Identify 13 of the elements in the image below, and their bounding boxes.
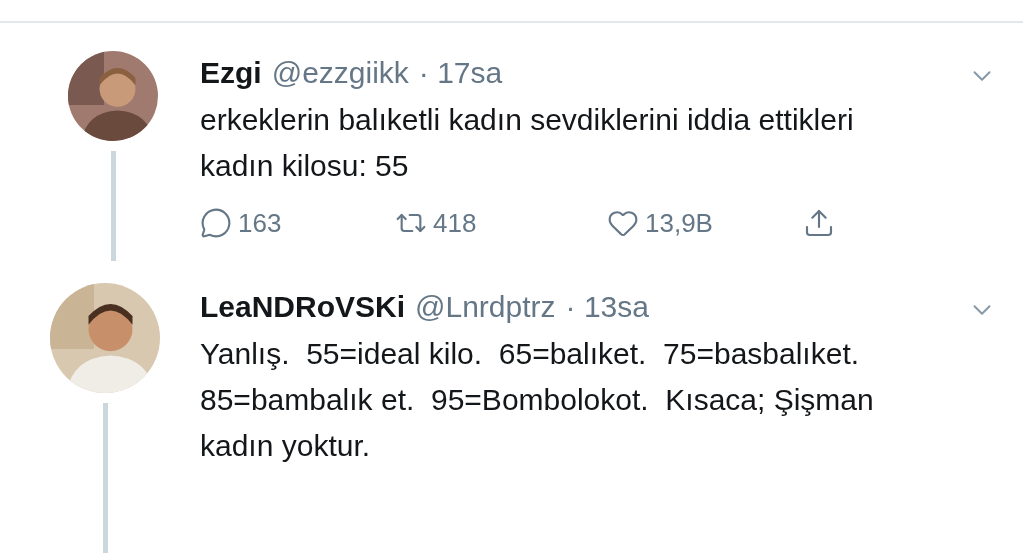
speech-bubble-icon bbox=[200, 207, 232, 239]
reply-button[interactable]: 163 bbox=[200, 207, 395, 239]
retweet-button[interactable]: 418 bbox=[395, 207, 607, 239]
share-icon bbox=[803, 207, 835, 239]
user-name[interactable]: Ezgi bbox=[200, 53, 262, 93]
like-button[interactable]: 13,9B bbox=[607, 207, 803, 239]
tweet-time: · 17sa bbox=[418, 55, 503, 91]
user-handle[interactable]: @Lnrdptrz bbox=[415, 287, 556, 327]
user-name[interactable]: LeaNDRoVSKi bbox=[200, 287, 406, 327]
tweet-text: erkeklerin balıketli kadın sevdiklerini iddia ettikleri kadın kilosu: 55 bbox=[200, 102, 855, 184]
tweet-text: Yanlış. 55=ideal kilo. 65=balıket. 75=basbalıket. 85=bambalık et. 95=Bombolokot. Kısaca; Şişman kadın yoktur. bbox=[200, 336, 875, 464]
tweet-time: · 13sa bbox=[565, 289, 649, 325]
user-handle[interactable]: @ezzgiikk bbox=[271, 53, 409, 93]
